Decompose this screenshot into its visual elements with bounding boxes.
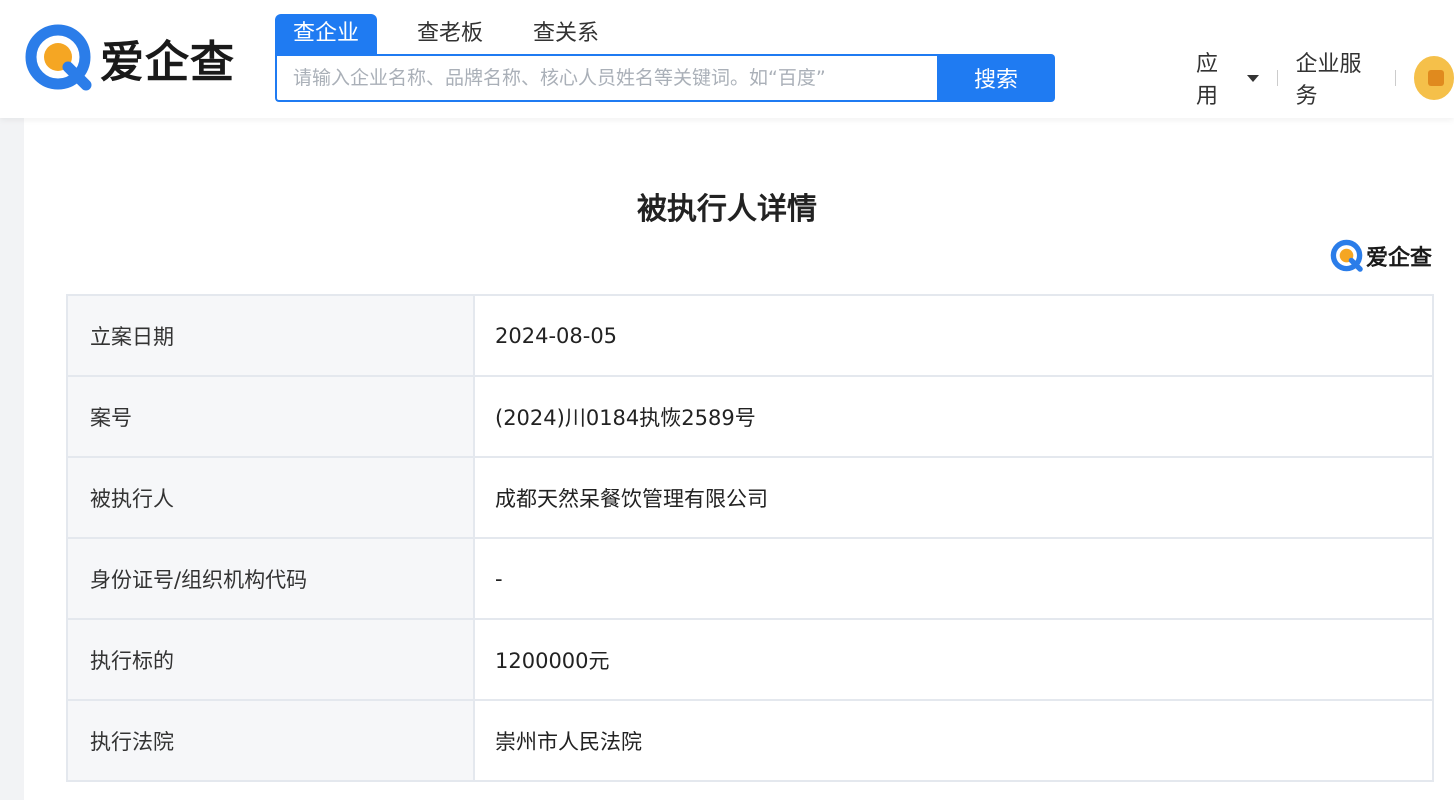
aiqicha-watermark-icon: [1330, 239, 1363, 272]
nav-divider: [1394, 70, 1396, 86]
apps-menu-label: 应用: [1196, 52, 1219, 109]
search-button[interactable]: 搜索: [937, 54, 1055, 102]
logo-text: 爱企查: [100, 37, 235, 88]
header-nav: 应用 企业服务: [1196, 52, 1454, 109]
enterprise-services-link[interactable]: 企业服务: [1296, 46, 1377, 110]
tab-search-relation[interactable]: 查关系: [519, 14, 613, 54]
detail-value: -: [473, 537, 1434, 620]
table-row: 立案日期 2024-08-05: [66, 294, 1434, 377]
search-area: 查企业 查老板 查关系 搜索: [275, 14, 1055, 102]
chevron-down-icon: [1246, 74, 1259, 82]
detail-value: 2024-08-05: [473, 294, 1434, 377]
detail-label: 执行法院: [66, 699, 475, 782]
aiqicha-logo-icon: [25, 24, 92, 91]
tab-search-company[interactable]: 查企业: [275, 14, 378, 54]
detail-value: 1200000元: [473, 618, 1434, 701]
detail-label: 立案日期: [66, 294, 475, 377]
search-tabs: 查企业 查老板 查关系: [275, 14, 1055, 54]
nav-divider: [1276, 70, 1278, 86]
detail-value: 成都天然呆餐饮管理有限公司: [473, 456, 1434, 539]
avatar-icon: [1427, 70, 1444, 86]
search-input[interactable]: [275, 54, 937, 102]
detail-label: 被执行人: [66, 456, 475, 539]
aiqicha-watermark: 爱企查: [1330, 238, 1432, 274]
detail-value: 崇州市人民法院: [473, 699, 1434, 782]
watermark-text: 爱企查: [1366, 246, 1433, 271]
detail-label: 案号: [66, 375, 475, 458]
top-navigation-bar: 爱企查 查企业 查老板 查关系 搜索 应用 企业服务: [0, 0, 1454, 118]
table-row: 案号 (2024)川0184执恢2589号: [66, 375, 1434, 458]
search-row: 搜索: [275, 54, 1055, 102]
main-content: 被执行人详情 爱企查 立案日期 2024-08-05 案号 (2024)川018…: [24, 118, 1454, 800]
table-row: 执行法院 崇州市人民法院: [66, 699, 1434, 782]
user-avatar[interactable]: [1413, 56, 1454, 100]
executed-person-detail-table: 立案日期 2024-08-05 案号 (2024)川0184执恢2589号 被执…: [66, 294, 1434, 782]
table-row: 执行标的 1200000元: [66, 618, 1434, 701]
detail-label: 身份证号/组织机构代码: [66, 537, 475, 620]
enterprise-services-label: 企业服务: [1295, 52, 1362, 109]
page-title: 被执行人详情: [637, 192, 817, 227]
apps-menu[interactable]: 应用: [1196, 46, 1259, 110]
aiqicha-logo[interactable]: 爱企查: [24, 22, 235, 94]
table-row: 被执行人 成都天然呆餐饮管理有限公司: [66, 456, 1434, 539]
detail-value: (2024)川0184执恢2589号: [473, 375, 1434, 458]
tab-search-boss[interactable]: 查老板: [403, 14, 497, 54]
table-row: 身份证号/组织机构代码 -: [66, 537, 1434, 620]
detail-label: 执行标的: [66, 618, 475, 701]
